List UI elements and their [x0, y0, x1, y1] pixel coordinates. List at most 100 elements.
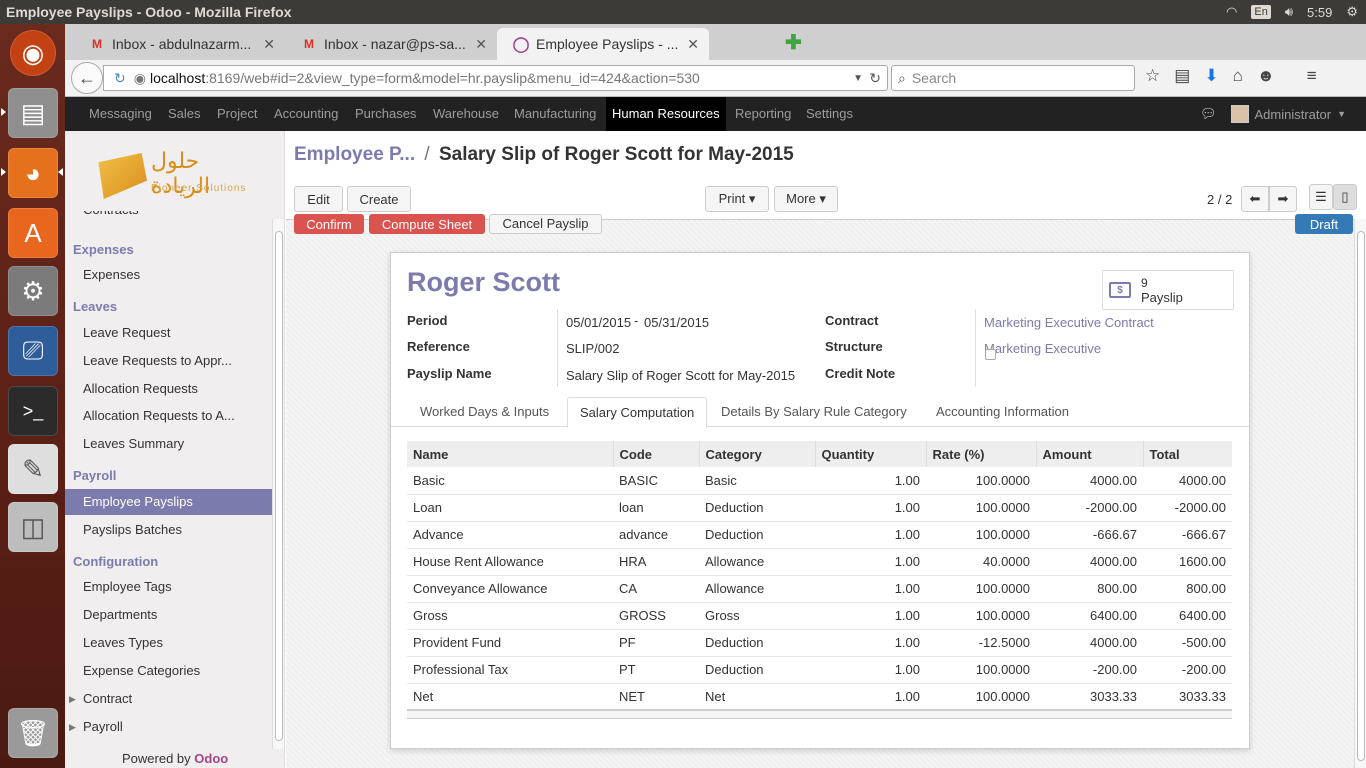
more-button[interactable]: More ▾	[774, 186, 838, 212]
credit-note-checkbox[interactable]	[985, 349, 996, 360]
table-row[interactable]: Gross GROSS Gross 1.00 100.0000 6400.00 6400.0…	[407, 602, 1232, 630]
terminal-icon[interactable]: >_	[8, 386, 58, 436]
search-bar[interactable]: ⌕ Search	[891, 65, 1135, 91]
close-tab-icon[interactable]: ✕	[475, 36, 487, 53]
ubuntu-logo-icon[interactable]: ◉	[10, 30, 56, 76]
column-header-quantity[interactable]: Quantity	[815, 441, 927, 467]
browser-tab-gmail-1[interactable]: M Inbox - abdulnazarm... ✕	[73, 28, 285, 60]
sidebar-item-departments[interactable]: Departments	[65, 602, 272, 628]
pager-previous-button[interactable]: ⬅	[1241, 186, 1269, 212]
browser-tab-gmail-2[interactable]: M Inbox - nazar@ps-sa... ✕	[285, 28, 497, 60]
table-row[interactable]: Loan loan Deduction 1.00 100.0000 -2000.00 -20…	[407, 494, 1232, 522]
breadcrumb-parent-link[interactable]: Employee P...	[294, 144, 415, 165]
form-view-button[interactable]: ▯	[1333, 184, 1357, 210]
contract-link[interactable]: Marketing Executive Contract	[984, 315, 1154, 330]
trash-icon[interactable]: 🗑︎	[8, 708, 58, 758]
top-menu-accounting[interactable]: Accounting	[268, 97, 344, 131]
table-row[interactable]: Provident Fund PF Deduction 1.00 -12.5000 400…	[407, 629, 1232, 657]
reading-list-icon[interactable]: ▤	[1174, 66, 1190, 86]
period-from-field[interactable]: 05/01/2015	[566, 315, 631, 330]
sidebar-item-allocation-requests[interactable]: Allocation Requests	[65, 376, 272, 402]
top-menu-manufacturing[interactable]: Manufacturing	[508, 97, 602, 131]
confirm-button[interactable]: Confirm	[294, 214, 364, 234]
top-menu-sales[interactable]: Sales	[162, 97, 207, 131]
cancel-payslip-button[interactable]: Cancel Payslip	[489, 214, 602, 234]
url-bar[interactable]: ↻ ◉ localhost:8169/web#id=2&view_type=fo…	[103, 65, 888, 91]
create-button[interactable]: Create	[347, 186, 411, 212]
list-view-button[interactable]: ☰	[1309, 184, 1333, 210]
column-header-category[interactable]: Category	[699, 441, 816, 467]
chat-icon[interactable]: ☻	[1257, 66, 1275, 86]
pager-next-button[interactable]: ➡	[1269, 186, 1297, 212]
tab-accounting-information[interactable]: Accounting Information	[924, 397, 1081, 428]
user-name[interactable]: Administrator	[1255, 107, 1332, 122]
scroll-thumb[interactable]	[1357, 231, 1365, 761]
sidebar-item-expenses[interactable]: Expenses	[65, 262, 272, 288]
reload-page-icon[interactable]: ↻	[114, 70, 126, 87]
clock[interactable]: 5:59	[1307, 5, 1332, 20]
table-row[interactable]: Professional Tax PT Deduction 1.00 100.0000-…	[407, 656, 1232, 684]
structure-link[interactable]: Marketing Executive	[984, 341, 1101, 356]
firefox-icon[interactable]: ◕	[8, 148, 58, 198]
sidebar-item-payslips-batches[interactable]: Payslips Batches	[65, 517, 272, 543]
sidebar-item-contracts[interactable]: Contracts	[65, 211, 272, 223]
column-header-amount[interactable]: Amount	[1036, 441, 1144, 467]
sidebar-scrollbar[interactable]	[272, 219, 284, 749]
print-button[interactable]: Print ▾	[705, 186, 769, 212]
employee-name[interactable]: Roger Scott	[407, 267, 560, 298]
column-header-name[interactable]: Name	[407, 441, 614, 467]
home-icon[interactable]: ⌂	[1233, 66, 1243, 86]
period-to-field[interactable]: 05/31/2015	[644, 315, 709, 330]
url-dropdown-icon[interactable]: ▼	[853, 73, 863, 84]
bookmark-star-icon[interactable]: ☆	[1145, 66, 1160, 86]
column-header-rate[interactable]: Rate (%)	[926, 441, 1037, 467]
chat-bubble-icon[interactable]: 💬︎	[1200, 106, 1217, 122]
sidebar-item-leave-request[interactable]: Leave Request	[65, 320, 272, 346]
sidebar-item-contract[interactable]: ▶ Contract	[65, 686, 272, 712]
back-icon[interactable]: ←	[71, 62, 103, 94]
remote-desktop-icon[interactable]: ⎚	[8, 326, 58, 376]
top-menu-warehouse[interactable]: Warehouse	[427, 97, 505, 131]
sidebar-item-expense-categories[interactable]: Expense Categories	[65, 658, 272, 684]
tab-worked-days-inputs[interactable]: Worked Days & Inputs	[408, 397, 561, 428]
close-tab-icon[interactable]: ✕	[687, 36, 699, 53]
browser-tab-odoo[interactable]: ◯ Employee Payslips - ... ✕	[497, 28, 709, 60]
sidebar-item-leave-requests-to-approve[interactable]: Leave Requests to Appr...	[65, 348, 272, 374]
tab-details-by-salary-rule-category[interactable]: Details By Salary Rule Category	[709, 397, 919, 428]
system-settings-icon[interactable]: ⚙	[8, 266, 58, 316]
files-icon[interactable]: ▤	[8, 88, 58, 138]
sidebar-item-leaves-summary[interactable]: Leaves Summary	[65, 431, 272, 457]
top-menu-reporting[interactable]: Reporting	[729, 97, 797, 131]
url-reload-icon[interactable]: ↻	[869, 70, 881, 87]
column-header-total[interactable]: Total	[1143, 441, 1232, 467]
edit-button[interactable]: Edit	[294, 186, 343, 212]
sidebar-item-employee-tags[interactable]: Employee Tags	[65, 574, 272, 600]
software-center-icon[interactable]: A	[8, 208, 58, 258]
status-draft[interactable]: Draft	[1295, 214, 1353, 234]
chevron-down-icon[interactable]: ▼	[1337, 109, 1346, 119]
content-scrollbar[interactable]	[1354, 219, 1366, 768]
table-row[interactable]: House Rent Allowance HRA Allowance 1.00 40.0…	[407, 548, 1232, 576]
sidebar-item-leaves-types[interactable]: Leaves Types	[65, 630, 272, 656]
table-row[interactable]: Conveyance Allowance CA Allowance 1.00 100.0…	[407, 575, 1232, 603]
payslip-name-field[interactable]: Salary Slip of Roger Scott for May-2015	[566, 368, 795, 383]
settings-gear-icon[interactable]: ⚙	[1346, 4, 1358, 20]
disk-icon[interactable]: ◫	[8, 502, 58, 552]
sidebar-item-payroll[interactable]: ▶ Payroll	[65, 714, 272, 740]
downloads-icon[interactable]: ⬇	[1204, 66, 1218, 86]
text-editor-icon[interactable]: ✎	[8, 444, 58, 494]
wifi-icon[interactable]: ◠	[1226, 4, 1237, 20]
table-row[interactable]: Net NET Net 1.00 100.0000 3033.33 3033.33	[407, 683, 1232, 711]
payslip-count-button[interactable]: $ 9 Payslip	[1102, 270, 1234, 310]
keyboard-layout-indicator[interactable]: En	[1251, 5, 1271, 19]
column-header-code[interactable]: Code	[613, 441, 700, 467]
new-tab-icon[interactable]: ✚	[785, 30, 802, 55]
top-menu-project[interactable]: Project	[211, 97, 263, 131]
sidebar-item-employee-payslips[interactable]: Employee Payslips	[65, 489, 272, 515]
table-row[interactable]: Advance advance Deduction 1.00 100.0000 -666.…	[407, 521, 1232, 549]
site-identity-icon[interactable]: ◉	[134, 70, 146, 87]
close-tab-icon[interactable]: ✕	[263, 36, 275, 53]
table-row[interactable]: Basic BASIC Basic 1.00 100.0000 4000.00 4000.0…	[407, 467, 1232, 495]
odoo-brand-link[interactable]: Odoo	[194, 751, 228, 766]
top-menu-human-resources[interactable]: Human Resources	[606, 97, 726, 131]
